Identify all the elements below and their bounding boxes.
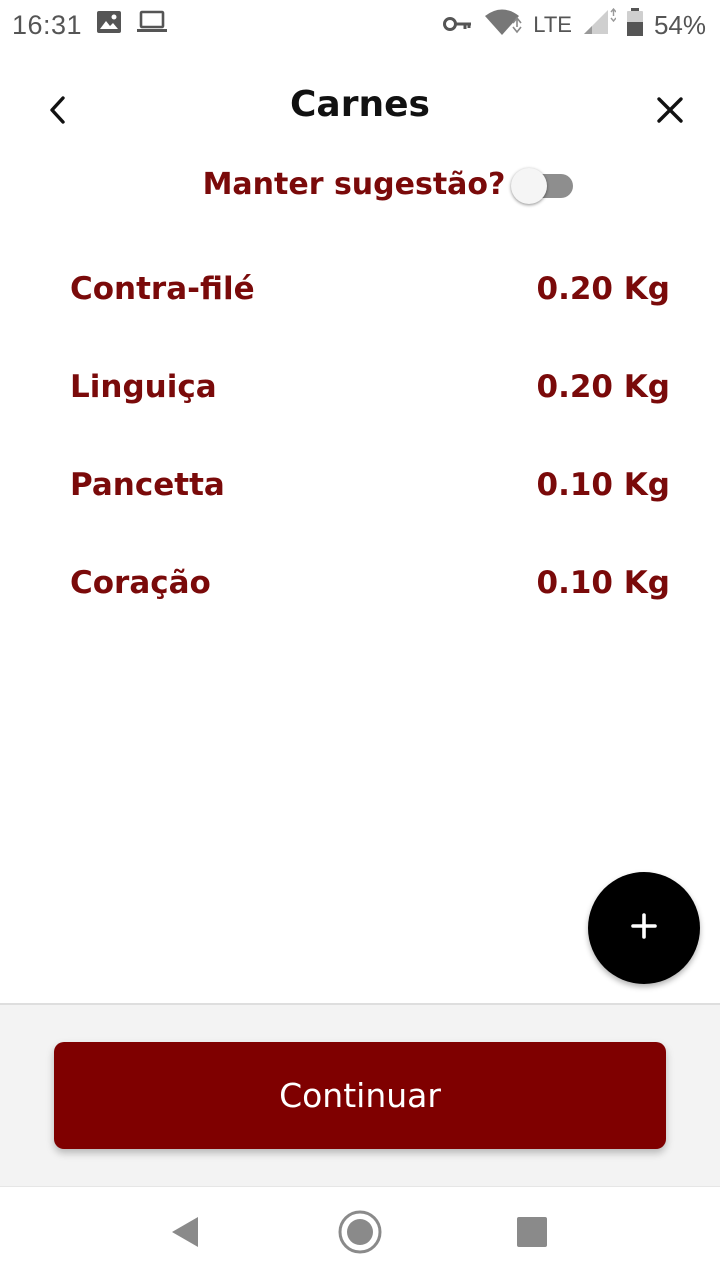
close-button[interactable]: [646, 88, 694, 136]
status-left: 16:31: [12, 10, 168, 41]
system-nav-bar: [0, 1186, 720, 1280]
status-bar: 16:31 LTE 54%: [0, 0, 720, 50]
battery-percent: 54%: [653, 9, 706, 40]
screen: 16:31 LTE 54% Carnes Manter sugestão? Co…: [0, 0, 720, 1280]
status-time: 16:31: [12, 9, 83, 40]
laptop-icon: [136, 10, 168, 41]
item-quantity: 0.10 Kg: [536, 467, 671, 503]
network-label: LTE: [533, 12, 572, 37]
status-right: LTE 54%: [443, 7, 706, 44]
nav-recents-button[interactable]: [507, 1209, 557, 1259]
key-icon: [443, 10, 473, 41]
signal-icon: [582, 7, 617, 43]
item-quantity: 0.20 Kg: [536, 369, 671, 405]
page-title: Carnes: [290, 84, 430, 125]
item-quantity: 0.20 Kg: [536, 271, 671, 307]
list-item[interactable]: Contra-filé 0.20 Kg: [70, 262, 670, 360]
triangle-back-icon: [169, 1215, 201, 1254]
toggle-thumb: [511, 168, 548, 204]
wifi-icon: [483, 7, 523, 44]
bottom-panel: Continuar: [0, 1003, 720, 1186]
nav-home-button[interactable]: [335, 1209, 385, 1259]
item-name: Coração: [70, 565, 211, 601]
image-icon: [96, 10, 122, 41]
add-item-button[interactable]: [588, 872, 700, 984]
plus-icon: [630, 912, 658, 945]
continue-button[interactable]: Continuar: [54, 1042, 666, 1149]
keep-suggestion-toggle[interactable]: [509, 162, 577, 206]
close-icon: [656, 96, 684, 129]
item-quantity: 0.10 Kg: [536, 565, 671, 601]
circle-home-icon: [337, 1209, 383, 1260]
list-item[interactable]: Pancetta 0.10 Kg: [70, 458, 670, 556]
list-item[interactable]: Linguiça 0.20 Kg: [70, 360, 670, 458]
meat-list: Contra-filé 0.20 Kg Linguiça 0.20 Kg Pan…: [70, 262, 670, 654]
header: Carnes: [0, 70, 720, 150]
keep-suggestion-label: Manter sugestão?: [202, 166, 506, 202]
nav-back-button[interactable]: [160, 1209, 210, 1259]
item-name: Pancetta: [70, 467, 225, 503]
item-name: Linguiça: [70, 369, 217, 405]
square-recents-icon: [516, 1216, 548, 1253]
list-item[interactable]: Coração 0.10 Kg: [70, 556, 670, 654]
keep-suggestion-row: Manter sugestão?: [0, 158, 720, 210]
battery-icon: [626, 7, 644, 43]
item-name: Contra-filé: [70, 271, 255, 307]
